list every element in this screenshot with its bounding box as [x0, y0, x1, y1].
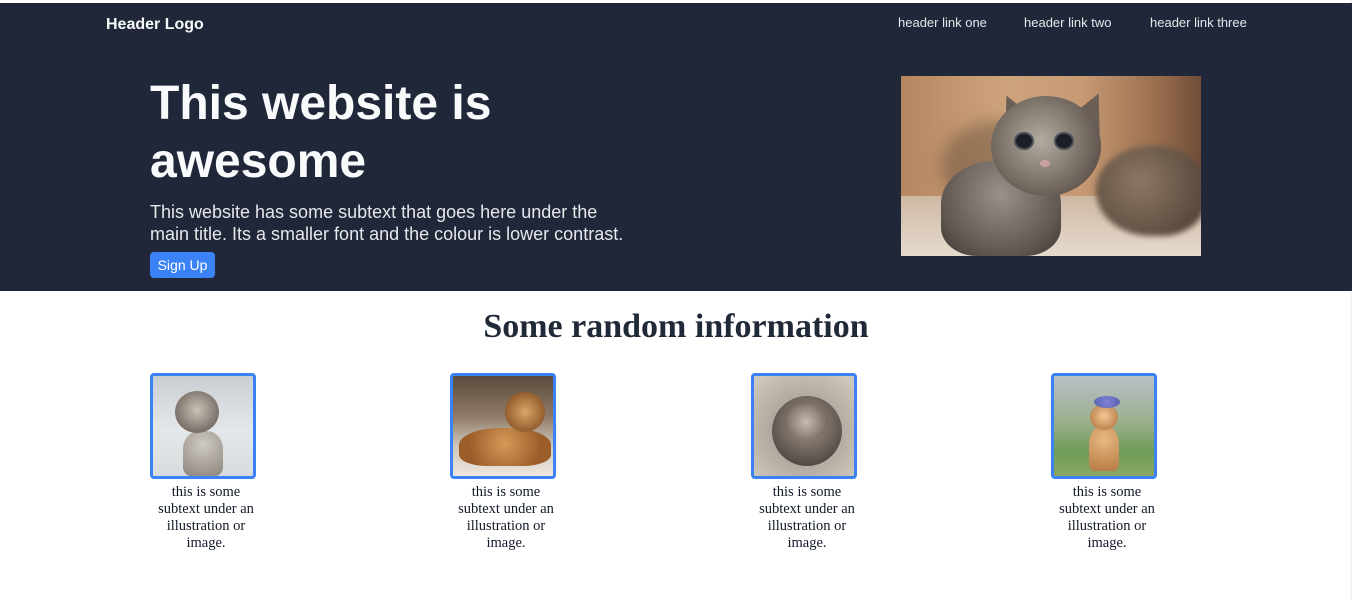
header-link-three[interactable]: header link three	[1150, 15, 1247, 30]
card-image-cat-head	[505, 392, 545, 432]
card-caption: this is some subtext under an illustrati…	[458, 484, 554, 551]
hero-kitten-image	[901, 76, 1201, 256]
card-caption: this is some subtext under an illustrati…	[158, 484, 254, 551]
card-caption: this is some subtext under an illustrati…	[1059, 484, 1155, 551]
card-caption: this is some subtext under an illustrati…	[759, 484, 855, 551]
info-card-1: this is some subtext under an illustrati…	[150, 373, 262, 552]
hero-image-kitten-eye-left	[1016, 134, 1032, 148]
hero-image-kitten-eye-right	[1056, 134, 1072, 148]
info-card-4: this is some subtext under an illustrati…	[1051, 373, 1163, 552]
hero-title: This website is awesome	[150, 77, 492, 188]
hero-section: Header Logo header link one header link …	[0, 3, 1352, 291]
info-card-2: this is some subtext under an illustrati…	[450, 373, 562, 552]
card-image-flower-crown	[1094, 396, 1120, 408]
info-card-3: this is some subtext under an illustrati…	[751, 373, 863, 552]
hero-image-second-kitten	[1096, 146, 1201, 236]
hero-image-kitten-head	[991, 96, 1101, 196]
hero-subtext: This website has some subtext that goes …	[150, 202, 624, 244]
header-nav: header link one header link two header l…	[0, 15, 1352, 35]
card-image-cat-flower-crown	[1051, 373, 1157, 479]
card-image-sleeping-kitten	[751, 373, 857, 479]
card-image-bengal-cat	[450, 373, 556, 479]
header-link-two[interactable]: header link two	[1024, 15, 1111, 30]
sign-up-button[interactable]: Sign Up	[150, 252, 215, 278]
card-image-cat-head	[784, 404, 828, 440]
card-image-cat-head	[175, 391, 219, 433]
card-image-cat-body	[1089, 426, 1119, 471]
card-image-cat-body	[459, 428, 551, 466]
hero-image-kitten-nose	[1040, 160, 1050, 167]
card-image-cat-body	[183, 431, 223, 476]
section-title: Some random information	[483, 308, 869, 345]
header-link-one[interactable]: header link one	[898, 15, 987, 30]
card-image-kitten	[150, 373, 256, 479]
